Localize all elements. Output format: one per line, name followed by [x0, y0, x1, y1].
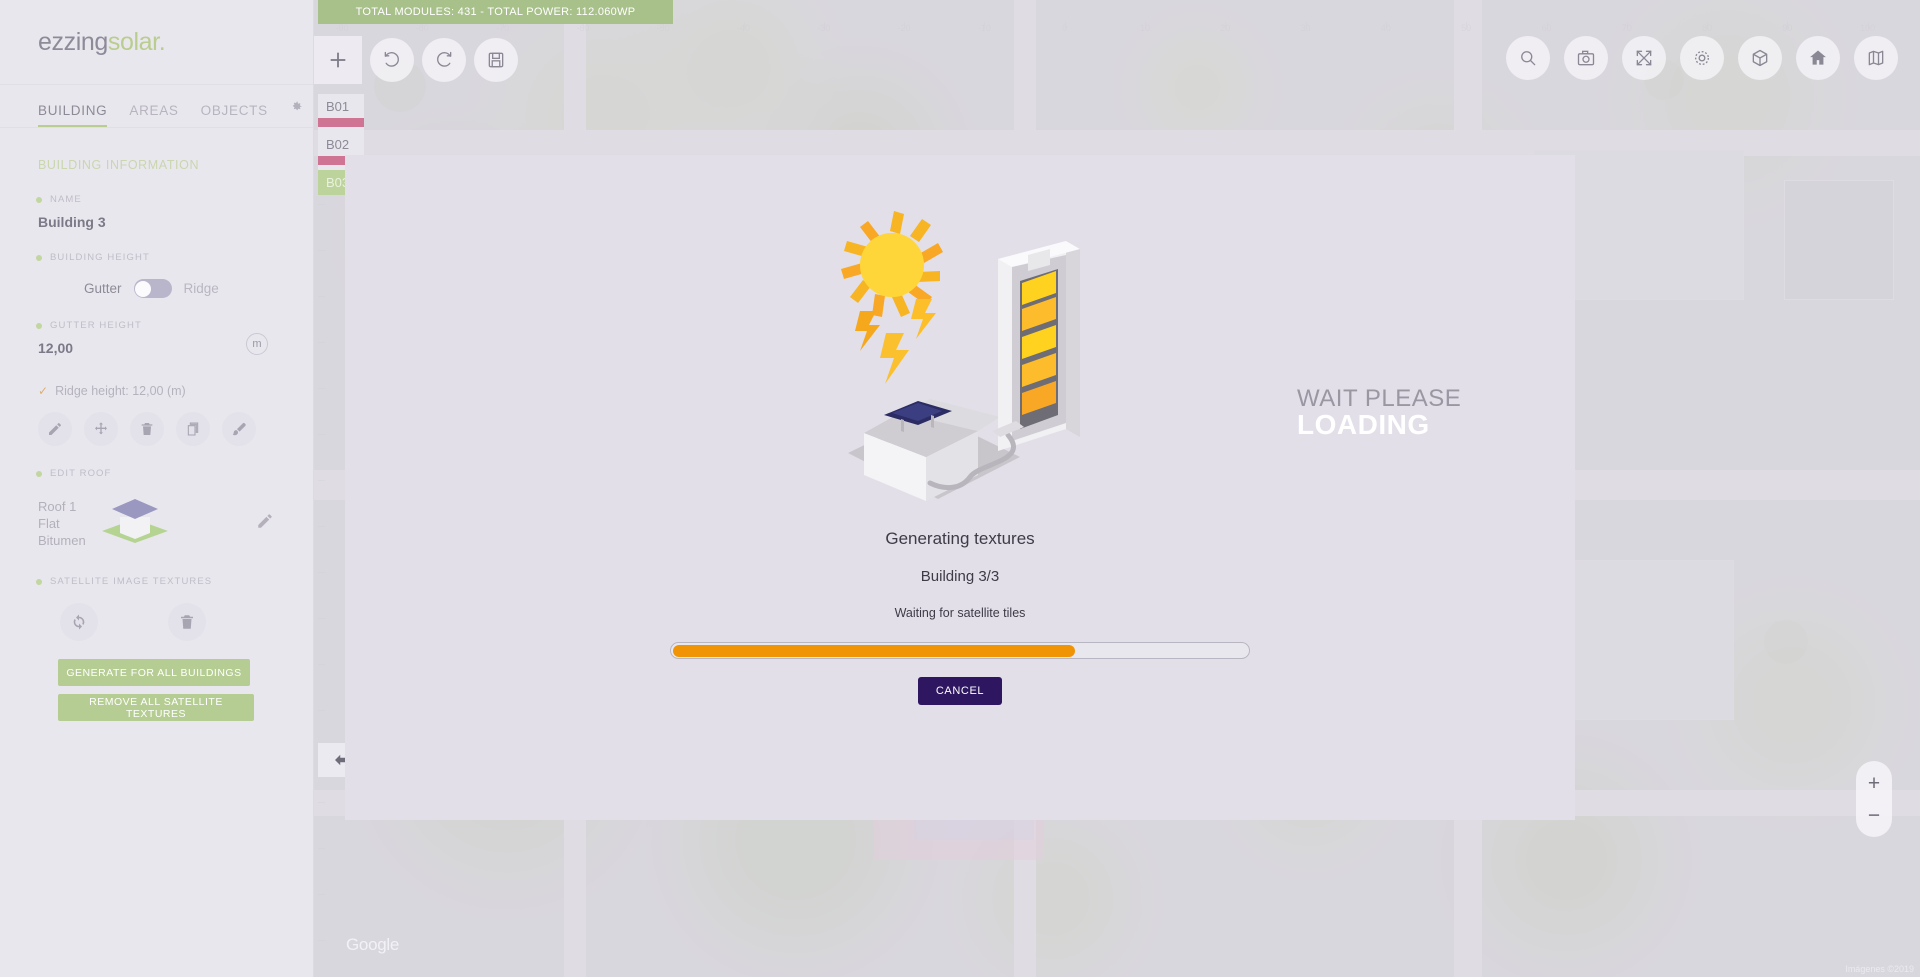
field-label-building-height: BUILDING HEIGHT: [36, 252, 313, 263]
field-label-name: NAME: [36, 194, 313, 205]
label-text: NAME: [50, 194, 82, 205]
move-icon[interactable]: [84, 412, 118, 446]
label-text: SATELLITE IMAGE TEXTURES: [50, 576, 213, 587]
brand-name-part2: solar: [107, 27, 159, 56]
map-zoom-controls: + −: [1856, 761, 1892, 837]
wait-please-loading-text: WAIT PLEASE LOADING: [1297, 387, 1461, 439]
field-label-edit-roof: EDIT ROOF: [36, 468, 313, 479]
remove-all-satellite-textures-button[interactable]: REMOVE ALL SATELLITE TEXTURES: [58, 694, 254, 721]
check-icon: ✓: [38, 384, 49, 398]
camera-icon[interactable]: [1564, 36, 1608, 80]
loading-modal: WAIT PLEASE LOADING Generating textures …: [345, 155, 1575, 820]
field-building-height: BUILDING HEIGHT Gutter Ridge: [36, 252, 313, 298]
wait-line-2: LOADING: [1297, 409, 1430, 440]
add-icon[interactable]: [314, 36, 362, 84]
fullscreen-icon[interactable]: [1622, 36, 1666, 80]
cube-icon[interactable]: [1738, 36, 1782, 80]
label-text: GUTTER HEIGHT: [50, 320, 142, 331]
roof-name: Roof 1: [38, 499, 77, 514]
brand-name-part1: ezzing: [38, 27, 108, 56]
label-text: BUILDING HEIGHT: [50, 252, 150, 263]
refresh-icon[interactable]: [60, 603, 98, 641]
google-logo: Google: [346, 935, 400, 954]
gear-icon[interactable]: [1680, 36, 1724, 80]
generate-for-all-buildings-button[interactable]: GENERATE FOR ALL BUILDINGS: [58, 659, 250, 686]
ridge-height-text: Ridge height: 12,00 (m): [55, 384, 186, 398]
modal-subtitle: Building 3/3: [920, 568, 1000, 585]
building-tab-label: B01: [326, 99, 350, 114]
cancel-button[interactable]: CANCEL: [917, 677, 1003, 705]
toggle-knob: [135, 280, 152, 297]
field-gutter-height: GUTTER HEIGHT 12,00 m: [36, 320, 313, 356]
roof-preview-icon: [98, 493, 172, 554]
pencil-icon[interactable]: [38, 412, 72, 446]
field-satellite-textures: SATELLITE IMAGE TEXTURES: [36, 576, 313, 587]
undo-icon[interactable]: [370, 38, 414, 82]
home-icon[interactable]: [1796, 36, 1840, 80]
field-name: NAME Building 3: [36, 194, 313, 230]
brand-logo[interactable]: ezzingsolar.: [0, 0, 313, 84]
bullet-dot-icon: [36, 578, 42, 585]
bullet-dot-icon: [36, 196, 42, 203]
field-edit-roof: EDIT ROOF: [36, 468, 313, 479]
building-name-value[interactable]: Building 3: [38, 214, 313, 230]
tab-objects[interactable]: OBJECTS: [201, 103, 268, 127]
bullet-dot-icon: [36, 322, 42, 329]
app-root: -90 -80 -70 -60 -50 -40 -30 -20 -10 0 10 20 30 40 50 60…: [0, 0, 1920, 977]
trash-icon[interactable]: [168, 603, 206, 641]
building-action-buttons: [38, 412, 313, 446]
wait-line-1: WAIT PLEASE: [1297, 385, 1462, 412]
roof-material: Bitumen: [38, 533, 86, 548]
field-label-gutter-height: GUTTER HEIGHT: [36, 320, 313, 331]
left-toolbar: [314, 36, 518, 84]
gutter-ridge-toggle-row: Gutter Ridge: [84, 279, 313, 298]
building-tab-b01[interactable]: B01: [318, 94, 364, 132]
roof-text-block: Roof 1 Flat Bitumen: [38, 498, 86, 549]
brush-icon[interactable]: [222, 412, 256, 446]
bullet-dot-icon: [36, 254, 42, 261]
map-attribution: Imágenes ©2019: [1845, 964, 1914, 974]
trash-icon[interactable]: [130, 412, 164, 446]
brand-dot: .: [158, 27, 166, 56]
save-icon[interactable]: [474, 38, 518, 82]
copy-icon[interactable]: [176, 412, 210, 446]
search-icon[interactable]: [1506, 36, 1550, 80]
building-tab-marker: [318, 118, 364, 127]
modal-status-text: Waiting for satellite tiles: [894, 606, 1026, 620]
map-building: [1784, 180, 1894, 300]
total-modules-bar: TOTAL MODULES: 431 - TOTAL POWER: 112.06…: [318, 0, 673, 24]
building-tab-label: B02: [326, 137, 350, 152]
map-tree: [1764, 620, 1808, 664]
progress-bar-fill: [672, 644, 1075, 657]
zoom-out-button[interactable]: −: [1859, 799, 1889, 831]
right-toolbar: [1498, 36, 1898, 80]
section-title-building-information: BUILDING INFORMATION: [38, 158, 200, 172]
satellite-action-buttons: [60, 603, 313, 641]
map-icon[interactable]: [1854, 36, 1898, 80]
roof-shape: Flat: [38, 516, 60, 531]
redo-icon[interactable]: [422, 38, 466, 82]
field-label-satellite-textures: SATELLITE IMAGE TEXTURES: [36, 576, 313, 587]
unit-badge-meters: m: [246, 332, 268, 355]
zoom-in-button[interactable]: +: [1859, 767, 1889, 799]
edit-roof-pencil-icon[interactable]: [256, 512, 274, 535]
gear-icon[interactable]: [290, 100, 303, 127]
modal-title: Generating textures: [885, 529, 1035, 548]
tab-areas[interactable]: AREAS: [129, 103, 178, 127]
gutter-height-value[interactable]: 12,00: [38, 340, 73, 356]
toggle-label-gutter: Gutter: [84, 281, 122, 296]
tab-building[interactable]: BUILDING: [38, 103, 108, 127]
sidebar: ezzingsolar. BUILDING AREAS OBJECTS BUIL…: [0, 0, 314, 977]
ridge-height-readout: ✓ Ridge height: 12,00 (m): [38, 384, 313, 398]
sidebar-tabs: BUILDING AREAS OBJECTS: [0, 84, 313, 128]
bullet-dot-icon: [36, 470, 42, 477]
progress-bar: [670, 642, 1250, 659]
roof-summary: Roof 1 Flat Bitumen: [38, 493, 274, 554]
toggle-label-ridge: Ridge: [183, 281, 219, 296]
gutter-ridge-toggle[interactable]: [133, 279, 172, 298]
solar-house-battery-illustration: [830, 203, 1090, 503]
label-text: EDIT ROOF: [50, 468, 112, 479]
